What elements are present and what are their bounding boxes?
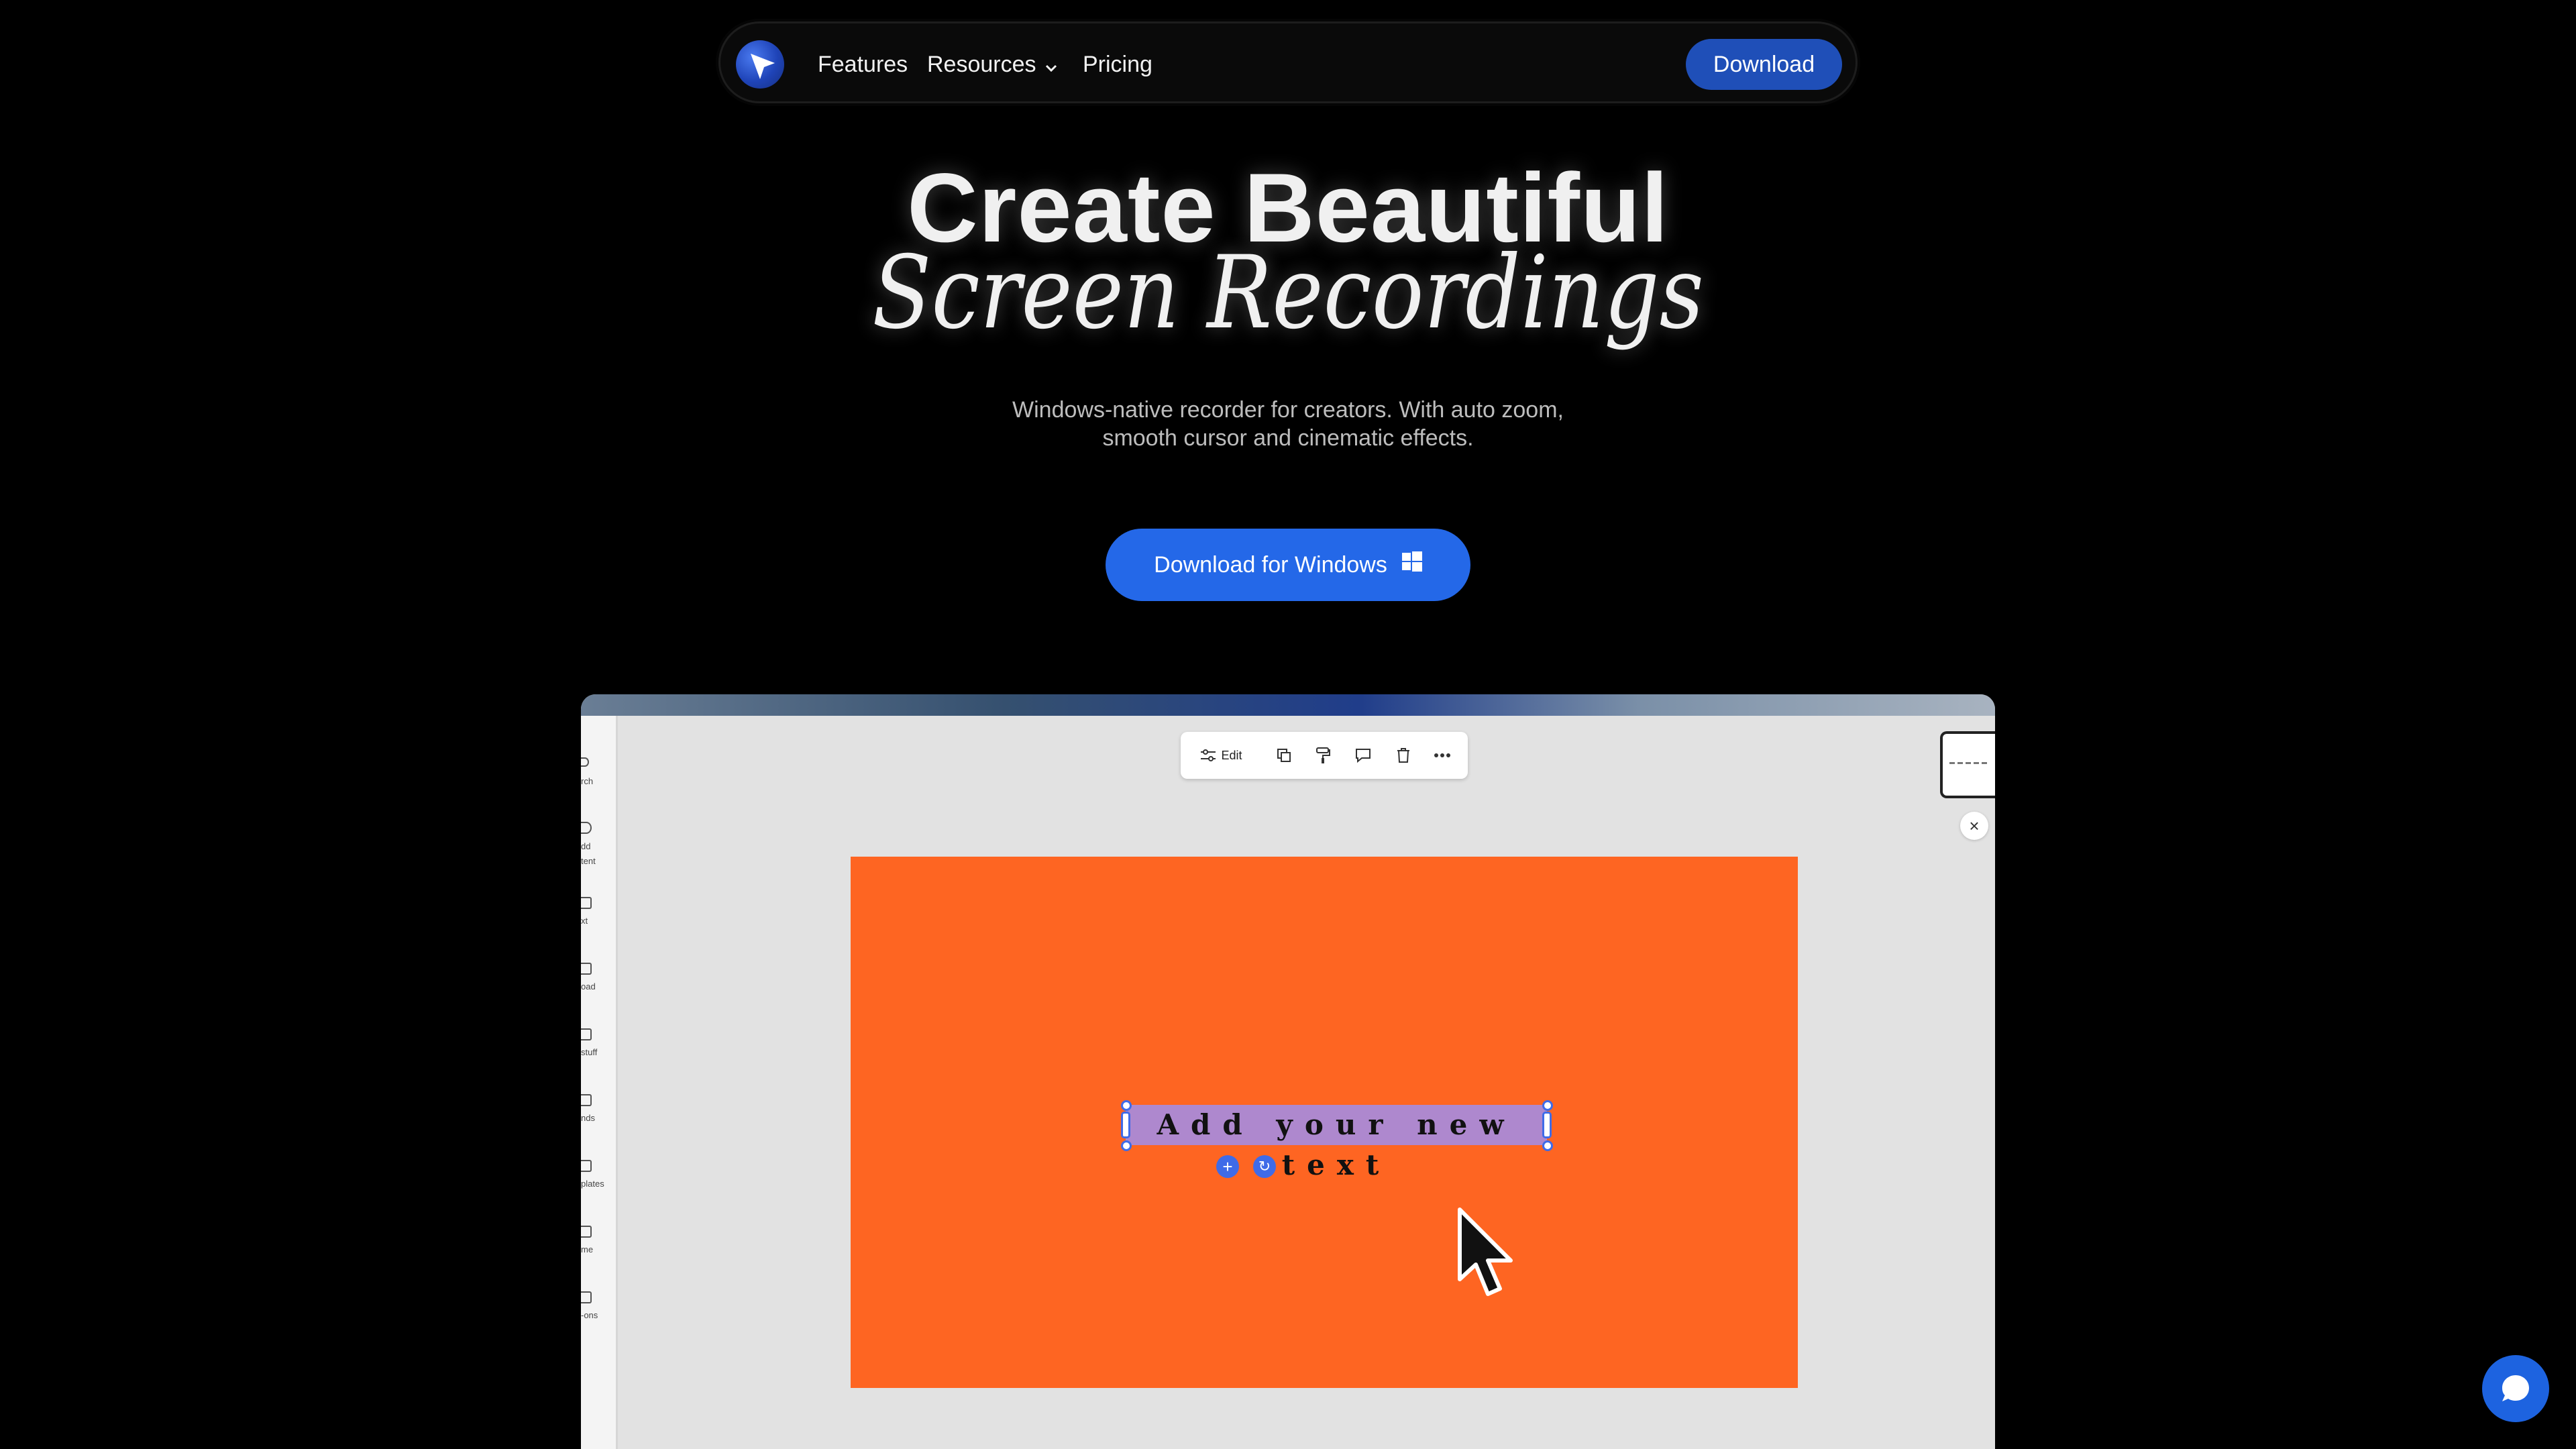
hero-subtitle-line1: Windows-native recorder for creators. Wi… <box>1012 397 1564 423</box>
app-preview: rch dd tent xt oad stuff nds plates me -… <box>581 694 1995 1449</box>
move-icon[interactable]: + <box>1216 1155 1239 1178</box>
delete-button[interactable] <box>1390 732 1417 779</box>
preview-window-bar <box>581 694 1995 716</box>
sidebar-label: stuff <box>581 1047 598 1057</box>
resize-handle-tl[interactable] <box>1121 1100 1132 1111</box>
chevron-down-icon <box>1044 25 1058 107</box>
paint-roller-icon <box>1316 747 1330 763</box>
plus-circle-icon <box>581 822 592 834</box>
duplicate-button[interactable] <box>1271 732 1297 779</box>
search-icon <box>581 757 589 767</box>
canvas-text: Add your new text <box>1157 1108 1516 1181</box>
chat-support-button[interactable] <box>2482 1355 2549 1422</box>
resize-handle-right[interactable] <box>1542 1112 1552 1138</box>
windows-icon <box>1401 528 1422 600</box>
editor-sidebar: rch dd tent xt oad stuff nds plates me -… <box>581 716 618 1449</box>
resize-handle-bl[interactable] <box>1121 1140 1132 1151</box>
download-windows-button[interactable]: Download for Windows <box>1106 529 1470 601</box>
hero-title-line2: Screen Recordings <box>872 235 1704 352</box>
top-nav: Features Resources Pricing Download <box>718 21 1858 103</box>
resize-handle-br[interactable] <box>1542 1140 1553 1151</box>
thumbnail-content <box>1949 762 1990 764</box>
sidebar-label: rch <box>581 776 594 786</box>
page-thumbnail[interactable] <box>1940 731 1995 798</box>
selected-text-box[interactable]: Add your new text <box>1126 1105 1547 1181</box>
edit-label: Edit <box>1221 748 1242 762</box>
paint-format-button[interactable] <box>1309 732 1336 779</box>
sidebar-label: nds <box>581 1113 595 1123</box>
more-button[interactable] <box>1429 732 1456 779</box>
rotate-icon[interactable]: ↻ <box>1253 1155 1276 1178</box>
comment-icon <box>1356 749 1371 763</box>
sidebar-label: dd tent <box>581 841 596 866</box>
theme-icon <box>581 1226 592 1238</box>
upload-icon <box>581 963 592 975</box>
sidebar-label: me <box>581 1244 594 1254</box>
chat-icon <box>2502 1375 2529 1401</box>
sidebar-label: -ons <box>581 1310 598 1320</box>
resize-handle-left[interactable] <box>1121 1112 1130 1138</box>
sidebar-label: xt <box>581 916 588 926</box>
hero-subtitle: Windows-native recorder for creators. Wi… <box>0 396 2576 452</box>
more-icon <box>1434 753 1450 757</box>
sidebar-label: plates <box>581 1179 604 1189</box>
nav-resources[interactable]: Resources <box>927 23 1058 105</box>
comment-button[interactable] <box>1350 732 1377 779</box>
nav-features[interactable]: Features <box>818 23 908 105</box>
nav-pricing[interactable]: Pricing <box>1083 23 1152 105</box>
sliders-icon <box>1201 749 1216 761</box>
brand-icon <box>581 1094 592 1106</box>
resize-handle-tr[interactable] <box>1542 1100 1553 1111</box>
trash-icon <box>1397 748 1409 763</box>
hero-subtitle-line2: smooth cursor and cinematic effects. <box>1102 425 1474 451</box>
design-canvas[interactable]: Add your new text + ↻ <box>851 857 1798 1388</box>
sidebar-label: oad <box>581 981 596 991</box>
nav-download-button[interactable]: Download <box>1686 39 1842 90</box>
copy-icon <box>1277 749 1291 762</box>
text-icon <box>581 897 592 909</box>
edit-button[interactable]: Edit <box>1194 732 1248 779</box>
close-icon[interactable]: × <box>1960 812 1988 840</box>
editor-toolbar: Edit <box>1181 732 1468 779</box>
template-icon <box>581 1160 592 1172</box>
folder-icon <box>581 1028 592 1040</box>
mouse-cursor-icon <box>1458 1208 1513 1296</box>
nav-resources-label: Resources <box>927 52 1036 77</box>
download-windows-label: Download for Windows <box>1154 552 1387 578</box>
addons-icon <box>581 1291 592 1303</box>
logo-icon[interactable] <box>736 40 784 89</box>
